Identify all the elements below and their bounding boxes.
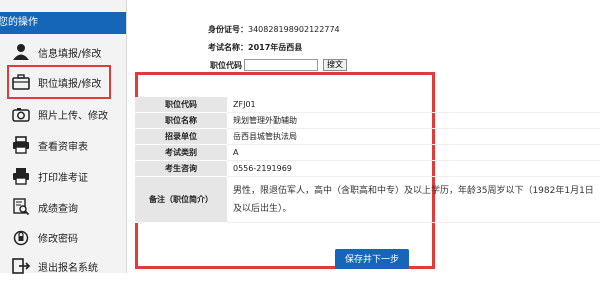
- lock-icon: [11, 227, 31, 247]
- printer-icon: [11, 166, 31, 186]
- note-line: 及以后出生）。: [233, 203, 292, 214]
- row-value: 规划管理外勤辅助: [227, 112, 600, 129]
- id-label: 身份证号：: [208, 25, 248, 34]
- row-value: 男性，限退伍军人，高中（含职高和中专）及以上学历，年龄35周岁以下（1982年1…: [227, 176, 600, 223]
- table-row: 职位名称 规划管理外勤辅助: [135, 112, 600, 129]
- camera-icon: [11, 104, 31, 124]
- sidebar-item-position-edit[interactable]: 职位填报/修改: [7, 65, 111, 99]
- exam-value: 2017年岳西县: [248, 43, 303, 52]
- sidebar-header: 您的操作: [0, 12, 126, 34]
- sidebar-item-view-review[interactable]: 查看资审表: [0, 130, 126, 160]
- id-value: 340828198902122774: [248, 25, 340, 34]
- sidebar-item-label: 信息填报/修改: [38, 48, 102, 60]
- briefcase-icon: [11, 72, 31, 92]
- row-value: A: [227, 144, 600, 161]
- search-document-icon: [11, 197, 31, 217]
- row-value: ZFJ01: [227, 97, 600, 113]
- row-key: 招录单位: [135, 128, 227, 145]
- table-row: 考生咨询 0556-2191969: [135, 160, 600, 177]
- code-label: 职位代码: [210, 61, 242, 70]
- sidebar-item-label: 退出报名系统: [38, 262, 98, 274]
- table-row: 考试类别 A: [135, 144, 600, 161]
- exam-label: 考试名称：: [208, 43, 248, 52]
- row-key: 考试类别: [135, 144, 227, 161]
- sidebar-item-label: 查看资审表: [38, 141, 88, 153]
- row-key: 备注（职位简介）: [135, 176, 227, 223]
- sidebar-item-label: 打印准考证: [38, 172, 88, 184]
- query-button[interactable]: 搜文: [323, 59, 347, 71]
- save-next-button[interactable]: 保存并下一步: [335, 249, 409, 269]
- id-row: 身份证号：340828198902122774: [208, 24, 340, 35]
- person-icon: [11, 42, 31, 62]
- position-details-table: 职位代码 ZFJ01 职位名称 规划管理外勤辅助 招录单位 岳西县城管执法局 考…: [135, 97, 600, 223]
- printer-icon: [11, 135, 31, 155]
- note-line: 男性，限退伍军人，高中（含职高和中专）及以上学历，年龄35周岁以下（1982年1…: [233, 185, 594, 196]
- table-row: 备注（职位简介） 男性，限退伍军人，高中（含职高和中专）及以上学历，年龄35周岁…: [135, 176, 600, 223]
- sidebar: 您的操作 信息填报/修改 职位填报/修改 照片上传、修改 查看资审表 打印准考证: [0, 0, 127, 274]
- sidebar-item-change-password[interactable]: 修改密码: [0, 222, 126, 252]
- table-row: 招录单位 岳西县城管执法局: [135, 128, 600, 145]
- row-key: 职位代码: [135, 97, 227, 113]
- sidebar-item-logout[interactable]: 退出报名系统: [0, 251, 126, 281]
- sidebar-item-label: 成绩查询: [38, 203, 78, 215]
- row-key: 职位名称: [135, 112, 227, 129]
- exit-icon: [11, 256, 31, 276]
- sidebar-item-score-query[interactable]: 成绩查询: [0, 192, 126, 222]
- sidebar-item-print-ticket[interactable]: 打印准考证: [0, 161, 126, 191]
- sidebar-item-label: 修改密码: [38, 233, 78, 245]
- row-value: 岳西县城管执法局: [227, 128, 600, 145]
- sidebar-item-label: 照片上传、修改: [38, 110, 108, 122]
- row-value: 0556-2191969: [227, 160, 600, 177]
- sidebar-item-photo-upload[interactable]: 照片上传、修改: [0, 99, 126, 129]
- sidebar-item-label: 职位填报/修改: [38, 78, 102, 90]
- position-code-input[interactable]: [244, 59, 318, 71]
- exam-row: 考试名称：2017年岳西县: [208, 42, 302, 53]
- sidebar-item-info-edit[interactable]: 信息填报/修改: [0, 37, 126, 67]
- table-row: 职位代码 ZFJ01: [135, 97, 600, 113]
- row-key: 考生咨询: [135, 160, 227, 177]
